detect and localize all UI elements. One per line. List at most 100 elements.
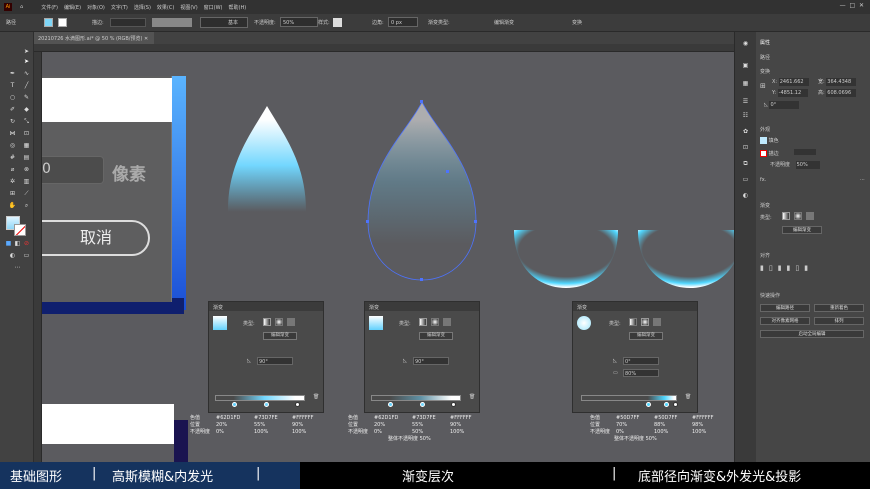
angle-field[interactable]: 90°	[257, 357, 293, 365]
menu-help[interactable]: 帮助(H)	[229, 4, 247, 11]
close-icon[interactable]: ✕	[144, 36, 148, 42]
edit-gradient-button[interactable]: 编辑渐变	[494, 19, 514, 26]
opacity-field[interactable]: 50%	[795, 161, 820, 169]
symbols-panel-icon[interactable]: ✿	[741, 128, 750, 136]
freeform-type-button[interactable]	[806, 212, 814, 220]
rotate-tool-icon[interactable]: ↻	[8, 118, 17, 126]
document-tab[interactable]: 20210726 水滴图形.ai* @ 50 % (RGB/预览) ✕	[34, 32, 154, 44]
appearance-panel-icon[interactable]: ☷	[741, 112, 750, 120]
home-icon[interactable]: ⌂	[20, 4, 23, 10]
layers-panel-icon[interactable]: ☰	[741, 98, 750, 106]
selection-tool-icon[interactable]: ➤	[22, 48, 31, 56]
linear-type-button[interactable]	[263, 318, 271, 326]
scale-tool-icon[interactable]: ⤡	[22, 118, 31, 126]
zoom-tool-icon[interactable]: ⌕	[22, 202, 31, 210]
menu-type[interactable]: 文字(T)	[111, 4, 128, 11]
color-stop-3[interactable]	[295, 402, 300, 407]
align-buttons[interactable]: ▮▯▮▮▯▮	[760, 264, 813, 272]
global-edit-select[interactable]: 启动全局编辑	[760, 330, 864, 338]
type-tool-icon[interactable]: T	[8, 82, 17, 90]
color-stop-2[interactable]	[264, 402, 269, 407]
stroke-field[interactable]	[794, 149, 817, 155]
gradient-preview-swatch[interactable]	[369, 316, 383, 330]
ellipse-tool-icon[interactable]: ○	[8, 94, 17, 102]
color-stop-1[interactable]	[646, 402, 651, 407]
artboard-canvas[interactable]: 0 像素 取消 渐变 类型: 编辑渐变 ◺ 90° 🗑 渐变 类型: 编辑渐变 …	[42, 52, 734, 462]
stroke-swatch[interactable]	[58, 18, 67, 27]
linear-type-button[interactable]	[419, 318, 427, 326]
opacity-field[interactable]: 50%	[280, 17, 318, 27]
corner-field[interactable]: 0 px	[388, 17, 418, 27]
gradient-panel-tab[interactable]: 渐变	[365, 302, 479, 311]
gradient-panel-tab[interactable]: 渐变	[573, 302, 697, 311]
line-style-select[interactable]	[200, 17, 248, 28]
line-tool-icon[interactable]: ╱	[22, 82, 31, 90]
menu-window[interactable]: 窗口(W)	[204, 4, 223, 11]
menu-file[interactable]: 文件(F)	[41, 4, 58, 11]
transform-panel-icon[interactable]: ⊡	[741, 144, 750, 152]
angle-field[interactable]: 0°	[623, 357, 659, 365]
menu-select[interactable]: 选择(S)	[134, 4, 151, 11]
gradient-panel-tab[interactable]: 渐变	[209, 302, 323, 311]
stroke-weight-field[interactable]	[110, 18, 146, 27]
gradient-preview-swatch[interactable]	[577, 316, 591, 330]
color-stop-3[interactable]	[673, 402, 678, 407]
mesh-tool-icon[interactable]: #	[8, 154, 17, 162]
more-options-icon[interactable]: ⋯	[860, 177, 865, 183]
edit-gradient-button[interactable]: 编辑渐变	[263, 332, 297, 340]
transform-link[interactable]: 变换	[572, 19, 582, 26]
color-stop-2[interactable]	[420, 402, 425, 407]
draw-mode-icon[interactable]: ◐	[8, 252, 17, 260]
aspect-ratio-field[interactable]: 80%	[623, 369, 659, 377]
width-tool-icon[interactable]: ⋈	[8, 130, 17, 138]
h-field[interactable]: 608.0696	[826, 89, 857, 97]
radial-type-button[interactable]	[794, 212, 802, 220]
edit-gradient-button[interactable]: 编辑渐变	[419, 332, 453, 340]
artboard-tool-icon[interactable]: ⊞	[8, 190, 17, 198]
delete-stop-icon[interactable]: 🗑	[313, 394, 319, 400]
window-controls[interactable]: — □ ✕	[840, 2, 864, 9]
radial-type-button[interactable]	[275, 318, 283, 326]
color-stop-1[interactable]	[232, 402, 237, 407]
w-field[interactable]: 364.4348	[826, 78, 857, 86]
eraser-tool-icon[interactable]: ◆	[22, 106, 31, 114]
color-mode-icon[interactable]: ■	[4, 240, 13, 248]
arrange-button[interactable]: 排列	[814, 317, 864, 325]
gradient-tool-icon[interactable]: ▤	[22, 154, 31, 162]
align-pixel-grid-button[interactable]: 对齐像素网格	[760, 317, 810, 325]
direct-selection-tool-icon[interactable]: ➤	[22, 58, 31, 66]
stroke-panel-icon[interactable]: ▭	[741, 176, 750, 184]
delete-stop-icon[interactable]: 🗑	[469, 394, 475, 400]
graph-tool-icon[interactable]: ▥	[22, 178, 31, 186]
y-field[interactable]: -4851.12	[777, 89, 808, 97]
angle-field[interactable]: 90°	[413, 357, 449, 365]
style-swatch[interactable]	[333, 18, 342, 27]
more-tools-icon[interactable]: ⋯	[13, 264, 22, 272]
fx-button[interactable]: fx.	[760, 177, 766, 183]
curvature-tool-icon[interactable]: ∿	[22, 70, 31, 78]
symbol-sprayer-tool-icon[interactable]: ✲	[8, 178, 17, 186]
x-field[interactable]: 2461.662	[778, 78, 809, 86]
hand-tool-icon[interactable]: ✋	[8, 202, 17, 210]
menu-edit[interactable]: 编辑(E)	[64, 4, 81, 11]
blend-tool-icon[interactable]: ⊗	[22, 166, 31, 174]
angle-field[interactable]: 0°	[769, 101, 800, 109]
perspective-tool-icon[interactable]: ▦	[22, 142, 31, 150]
menu-object[interactable]: 对象(O)	[87, 4, 105, 11]
freeform-type-button[interactable]	[443, 318, 451, 326]
color-stop-2[interactable]	[664, 402, 669, 407]
eyedropper-tool-icon[interactable]: ⌀	[8, 166, 17, 174]
freeform-type-button[interactable]	[287, 318, 295, 326]
free-transform-tool-icon[interactable]: ⊡	[22, 130, 31, 138]
fill-swatch[interactable]	[44, 18, 53, 27]
gradient-slider[interactable]	[581, 395, 677, 401]
gradient-mode-icon[interactable]: ◧	[13, 240, 22, 248]
radial-type-button[interactable]	[431, 318, 439, 326]
edit-gradient-button[interactable]: 编辑渐变	[629, 332, 663, 340]
menu-effect[interactable]: 效果(C)	[157, 4, 174, 11]
color-panel-icon[interactable]: ◉	[741, 40, 750, 48]
menu-view[interactable]: 视图(V)	[180, 4, 197, 11]
edit-gradient-button[interactable]: 编辑渐变	[782, 226, 822, 234]
gradient-preview-swatch[interactable]	[213, 316, 227, 330]
edit-path-button[interactable]: 编辑路径	[760, 304, 810, 312]
